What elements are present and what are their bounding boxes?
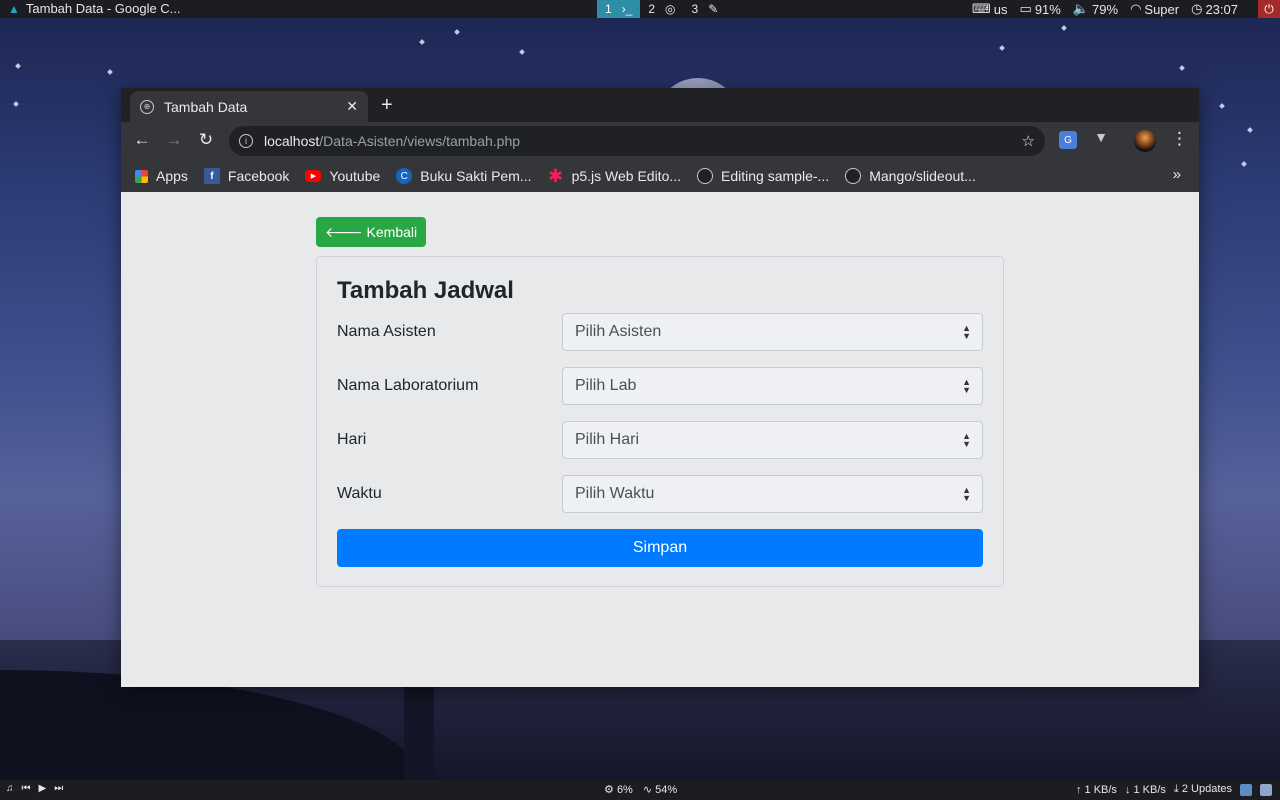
tab-close-icon[interactable]: ✕ <box>346 98 358 115</box>
power-button[interactable]: ⏻ <box>1258 0 1280 18</box>
simpan-button[interactable]: Simpan <box>337 529 983 567</box>
translate-extension-icon[interactable]: G <box>1059 131 1077 149</box>
speaker-icon: 🔈 <box>1072 1 1090 16</box>
back-arrow-icon[interactable]: ← <box>131 130 153 150</box>
workspace-switcher: 1 ›_ 2 ◎ 3 ✎ <box>597 0 726 18</box>
keyboard-layout[interactable]: ⌨ us <box>972 1 1008 17</box>
workspace-2[interactable]: 2 ◎ <box>640 0 683 18</box>
tray-app-icon[interactable] <box>1240 783 1252 796</box>
updates-indicator[interactable]: ⤓ 2 Updates <box>1174 783 1232 796</box>
workspace-1[interactable]: 1 ›_ <box>597 0 641 18</box>
chrome-menu-icon[interactable]: ⋮ <box>1171 129 1188 149</box>
tab-strip: ⊕ Tambah Data ✕ + <box>121 88 1199 122</box>
select-caret-icon: ▲ ▼ <box>962 377 971 395</box>
buku-sakti-icon: C <box>396 168 413 184</box>
cpu-icon: ⚙ <box>604 784 614 796</box>
form-card: Tambah Jadwal Nama Asisten Pilih Asisten… <box>316 256 1004 587</box>
keyboard-icon: ⌨ <box>972 1 991 16</box>
arrow-left-icon: 🡐 <box>325 223 363 240</box>
bookmark-star-icon[interactable]: ☆ <box>1022 132 1035 150</box>
bookmark-youtube[interactable]: ▶ Youtube <box>305 168 380 184</box>
media-controls: ♫ ⏮ ▶ ⏭ <box>6 783 63 794</box>
label-nama-laboratorium: Nama Laboratorium <box>337 377 479 394</box>
wifi-indicator[interactable]: ◠ Super <box>1130 1 1179 17</box>
clock[interactable]: ◷ 23:07 <box>1191 1 1238 17</box>
bottom-panel: ♫ ⏮ ▶ ⏭ ⚙ 6% ∿ 54% ↑ 1 KB/s ↓ 1 KB/s ⤓ 2… <box>0 780 1280 800</box>
bookmark-p5js[interactable]: ✱ p5.js Web Edito... <box>548 165 681 186</box>
select-caret-icon: ▲ ▼ <box>962 323 971 341</box>
play-icon[interactable]: ▶ <box>39 783 47 794</box>
bookmark-editing-sample[interactable]: Editing sample-... <box>697 168 829 184</box>
terminal-icon: ›_ <box>621 2 633 16</box>
address-bar[interactable]: i localhost/Data-Asisten/views/tambah.ph… <box>229 126 1045 156</box>
top-panel: ▲ Tambah Data - Google C... 1 ›_ 2 ◎ 3 ✎ ⌨ u… <box>0 0 1280 18</box>
pencil-icon: ✎ <box>708 2 719 16</box>
bookmark-mango-slideout[interactable]: Mango/slideout... <box>845 168 976 184</box>
workspace-3[interactable]: 3 ✎ <box>684 0 727 18</box>
bookmark-facebook[interactable]: f Facebook <box>203 168 289 184</box>
forward-arrow-icon[interactable]: → <box>163 130 185 150</box>
bookmark-apps[interactable]: Apps <box>135 168 188 184</box>
bookmarks-bar: Apps f Facebook ▶ Youtube C Buku Sakti Pem.… <box>121 160 1199 192</box>
new-tab-button[interactable]: + <box>381 94 393 117</box>
memory-usage: ∿ 54% <box>642 784 678 796</box>
p5js-asterisk-icon: ✱ <box>548 165 564 186</box>
select-lab[interactable]: Pilih Lab ▲ ▼ <box>562 367 983 405</box>
select-waktu[interactable]: Pilih Waktu ▲ ▼ <box>562 475 983 513</box>
cpu-usage: ⚙ 6% <box>604 784 633 796</box>
select-caret-icon: ▲ ▼ <box>962 431 971 449</box>
select-caret-icon: ▲ ▼ <box>962 485 971 503</box>
facebook-icon: f <box>203 168 220 184</box>
clock-icon: ◷ <box>1191 1 1203 16</box>
reload-icon[interactable]: ↻ <box>195 130 217 150</box>
activity-icon: ∿ <box>642 784 653 796</box>
chrome-icon: ◎ <box>665 2 676 16</box>
page-title: Tambah Jadwal <box>337 277 514 304</box>
wifi-icon: ◠ <box>1130 1 1142 16</box>
arrow-up-icon: ↑ <box>1075 783 1082 796</box>
url-path: /Data-Asisten/views/tambah.php <box>319 133 521 149</box>
upload-speed: ↑ 1 KB/s <box>1075 783 1117 796</box>
power-icon: ⏻ <box>1264 1 1274 16</box>
label-hari: Hari <box>337 431 367 448</box>
label-waktu: Waktu <box>337 485 382 502</box>
github-icon <box>697 168 714 184</box>
chrome-window: ⊕ Tambah Data ✕ + ← → ↻ i localhost/Data… <box>121 88 1199 687</box>
globe-icon: ⊕ <box>140 99 154 114</box>
previous-track-icon[interactable]: ⏮ <box>22 783 31 794</box>
tab-title: Tambah Data <box>164 98 248 115</box>
select-asisten[interactable]: Pilih Asisten ▲ ▼ <box>562 313 983 351</box>
url-host: localhost <box>264 133 320 149</box>
kembali-button[interactable]: 🡐 Kembali <box>316 217 427 247</box>
select-hari[interactable]: Pilih Hari ▲ ▼ <box>562 421 983 459</box>
download-speed: ↓ 1 KB/s <box>1124 783 1166 796</box>
next-track-icon[interactable]: ⏭ <box>54 783 63 794</box>
profile-avatar[interactable] <box>1134 130 1156 152</box>
battery-indicator[interactable]: ▭ 91% <box>1020 1 1061 17</box>
arch-logo-icon: ▲ <box>8 1 20 16</box>
vue-devtools-icon[interactable]: ▼ <box>1091 129 1111 147</box>
apps-grid-icon <box>135 169 148 183</box>
label-nama-asisten: Nama Asisten <box>337 323 436 340</box>
system-monitor: ⚙ 6% ∿ 54% <box>604 783 677 796</box>
bookmarks-overflow-icon[interactable]: » <box>1173 166 1181 183</box>
bookmark-buku-sakti[interactable]: C Buku Sakti Pem... <box>396 168 532 184</box>
tab-tambah-data[interactable]: ⊕ Tambah Data ✕ <box>130 91 368 122</box>
arrow-down-icon: ↓ <box>1124 783 1131 796</box>
active-window-title: ▲ Tambah Data - Google C... <box>8 1 181 16</box>
info-icon[interactable]: i <box>239 134 253 148</box>
tray-network-icon[interactable] <box>1260 783 1272 796</box>
page-viewport: 🡐 Kembali Tambah Jadwal Nama Asisten Pil… <box>121 192 1199 687</box>
music-note-icon: ♫ <box>6 783 14 794</box>
download-icon: ⤓ <box>1173 783 1179 795</box>
youtube-icon: ▶ <box>305 170 322 182</box>
battery-icon: ▭ <box>1019 1 1032 16</box>
github-icon <box>845 168 862 184</box>
volume-indicator[interactable]: 🔈 79% <box>1073 1 1118 17</box>
browser-toolbar: ← → ↻ i localhost/Data-Asisten/views/tam… <box>121 122 1199 160</box>
